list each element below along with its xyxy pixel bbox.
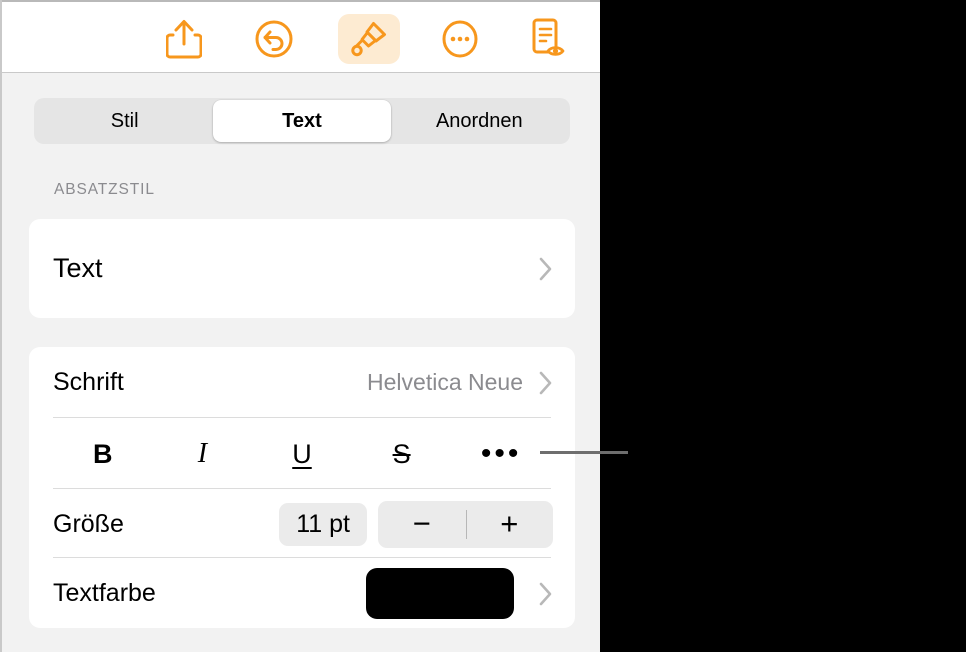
tab-text[interactable]: Text [213, 100, 391, 142]
text-color-label: Textfarbe [53, 579, 156, 607]
tab-anordnen[interactable]: Anordnen [391, 100, 568, 142]
size-label: Größe [53, 509, 124, 538]
document-view-icon [526, 18, 566, 60]
stepper-separator [465, 509, 467, 539]
italic-button[interactable]: I [153, 419, 253, 489]
share-button[interactable] [153, 14, 215, 64]
decrement-size-button[interactable]: − [378, 501, 466, 548]
font-row[interactable]: Schrift Helvetica Neue [29, 347, 575, 418]
format-inspector-panel: Stil Text Anordnen ABSATZSTIL Text Schri… [0, 0, 600, 652]
callout-leader-line [540, 451, 628, 454]
format-buttons-row: B I U S ••• [29, 419, 575, 489]
size-row: Größe 11 pt − + [29, 490, 575, 558]
more-format-button[interactable]: ••• [451, 419, 551, 489]
share-icon [166, 19, 202, 59]
document-view-button[interactable] [515, 14, 577, 64]
row-divider [53, 488, 551, 489]
undo-button[interactable] [243, 14, 305, 64]
font-card: Schrift Helvetica Neue B I U S ••• Größe… [29, 347, 575, 628]
bold-button[interactable]: B [53, 419, 153, 489]
strikethrough-button[interactable]: S [352, 419, 452, 489]
ellipsis-icon: ••• [480, 437, 522, 470]
screenshot-root: Stil Text Anordnen ABSATZSTIL Text Schri… [0, 0, 966, 652]
tab-stil[interactable]: Stil [36, 100, 213, 142]
undo-icon [254, 19, 294, 59]
font-label: Schrift [53, 368, 124, 396]
paragraph-style-card: Text [29, 219, 575, 318]
chevron-right-icon [539, 257, 553, 281]
paragraph-style-section-header: ABSATZSTIL [54, 181, 155, 198]
more-options-button[interactable] [429, 14, 491, 64]
inspector-tabs[interactable]: Stil Text Anordnen [34, 98, 570, 144]
chevron-right-icon [539, 371, 553, 395]
chevron-right-icon [539, 582, 553, 606]
text-color-swatch[interactable] [366, 568, 514, 619]
font-size-stepper[interactable]: − + [378, 500, 554, 548]
more-options-icon [440, 19, 480, 59]
text-color-row[interactable]: Textfarbe [29, 559, 575, 628]
font-value: Helvetica Neue [367, 369, 523, 395]
font-size-value[interactable]: 11 pt [279, 502, 367, 546]
format-brush-button[interactable] [338, 14, 400, 64]
increment-size-button[interactable]: + [466, 501, 554, 548]
top-toolbar [2, 0, 600, 73]
underline-button[interactable]: U [252, 419, 352, 489]
format-brush-icon [349, 19, 389, 59]
row-divider [53, 417, 551, 418]
row-divider [53, 557, 551, 558]
paragraph-style-value: Text [53, 253, 103, 283]
paragraph-style-row[interactable]: Text [29, 219, 575, 318]
